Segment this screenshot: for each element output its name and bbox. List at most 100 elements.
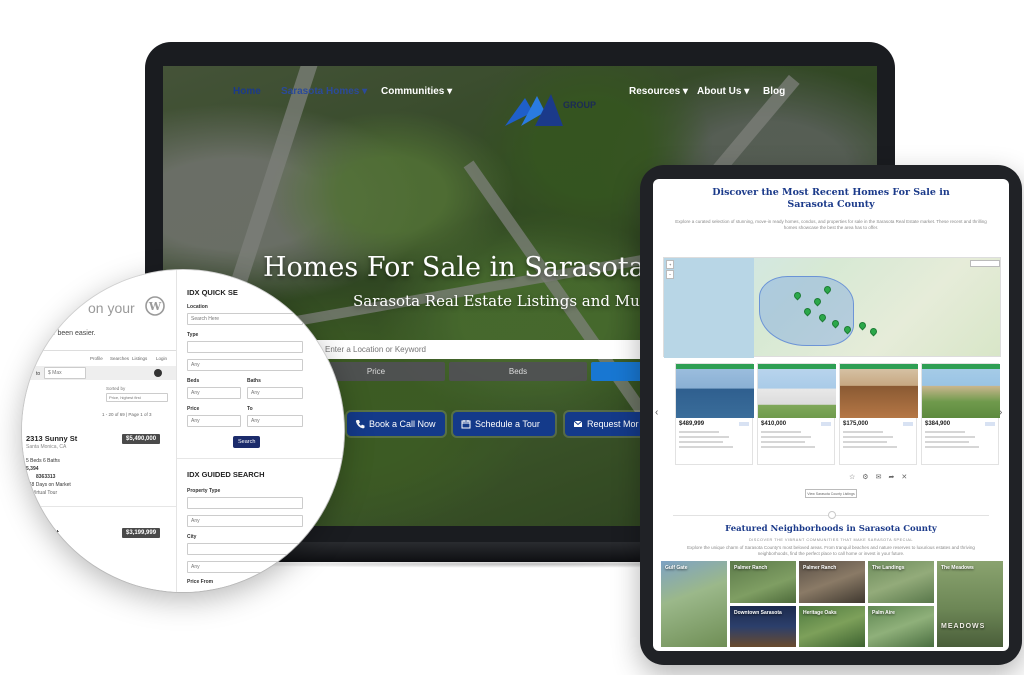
- neighborhood-tile-palmer-ranch-sign[interactable]: Palmer Ranch: [799, 561, 865, 603]
- listing-photo: [922, 364, 1000, 418]
- map-pin-icon[interactable]: [868, 326, 879, 337]
- neighborhood-tile-gulf-gate[interactable]: Gulf Gate: [661, 561, 727, 647]
- neighborhood-tile-palmer-ranch[interactable]: Palmer Ranch: [730, 561, 796, 603]
- listing-photo: [758, 364, 836, 418]
- max-price-field[interactable]: $ Max: [44, 367, 86, 379]
- listing-detail-line: [761, 446, 815, 448]
- neighborhood-tile-heritage-oaks[interactable]: Heritage Oaks: [799, 606, 865, 647]
- brand-logo-icon[interactable]: [503, 92, 567, 128]
- account-tab-login[interactable]: Login: [156, 356, 167, 361]
- listing-price: $384,900: [925, 421, 951, 427]
- divider-ornament-icon: [828, 511, 836, 519]
- listing-address[interactable]: nny St: [36, 528, 59, 537]
- type-select[interactable]: [187, 341, 303, 353]
- neighborhood-tile-the-meadows[interactable]: The Meadows MEADOWS: [937, 561, 1003, 647]
- neighborhood-label: Palm Aire: [872, 610, 895, 616]
- recent-homes-intro: Explore a curated selection of stunning,…: [675, 219, 987, 230]
- location-input[interactable]: Search Here: [187, 313, 303, 325]
- account-tab-searches[interactable]: Searches: [110, 356, 129, 361]
- quick-search-button[interactable]: Search: [233, 436, 261, 448]
- sort-select[interactable]: Price, highest first: [106, 393, 168, 402]
- property-type-select[interactable]: [187, 497, 303, 509]
- beds-select[interactable]: Any: [187, 387, 241, 399]
- hero-subtitle: Sarasota Real Estate Listings and Much M: [353, 292, 678, 310]
- filter-beds[interactable]: Beds: [449, 362, 587, 381]
- listing-detail-line: [761, 441, 805, 443]
- listing-photo: [840, 364, 918, 418]
- map-gulf-water: [664, 258, 754, 358]
- filter-toggle-icon[interactable]: [154, 369, 162, 377]
- type-any-select[interactable]: Any: [187, 359, 303, 371]
- listing-detail-line: [925, 436, 975, 438]
- listing-badge: [903, 422, 913, 426]
- results-count: 1 - 20 of 69 | Page 1 of 3: [102, 412, 152, 417]
- nav-communities[interactable]: Communities ▾: [381, 86, 452, 97]
- calendar-icon: [461, 420, 471, 429]
- listing-price-tag: $3,199,999: [122, 528, 161, 538]
- neighborhood-label: The Meadows: [941, 565, 974, 571]
- listing-beds-baths: 5 Beds 6 Baths: [26, 458, 60, 464]
- city-input[interactable]: [187, 543, 303, 555]
- listing-card[interactable]: $175,000: [839, 363, 918, 465]
- quick-search-title: IDX QUICK SE: [187, 288, 238, 297]
- property-type-any-select[interactable]: Any: [187, 515, 303, 527]
- neighborhoods-title: Featured Neighborhoods in Sarasota Count…: [725, 524, 937, 534]
- listing-badge: [739, 422, 749, 426]
- listing-card[interactable]: $489,999: [675, 363, 754, 465]
- map-layers-control[interactable]: [970, 260, 1000, 267]
- map-pin-icon[interactable]: [857, 320, 868, 331]
- nav-sarasota-homes[interactable]: Sarasota Homes ▾: [281, 86, 367, 97]
- recent-homes-title-line2: Sarasota County: [787, 199, 875, 210]
- main-navigation: Home Sarasota Homes ▾ Communities ▾ GROU…: [163, 86, 877, 126]
- divider: [22, 350, 176, 351]
- listing-address[interactable]: 2313 Sunny St: [26, 434, 77, 443]
- price-min-input[interactable]: Any: [187, 415, 241, 427]
- listing-photo: [676, 364, 754, 418]
- wordpress-logo-icon: W: [145, 296, 165, 316]
- book-call-label: Book a Call Now: [369, 419, 436, 429]
- nav-blog[interactable]: Blog: [763, 86, 785, 97]
- close-icon[interactable]: ✕: [901, 474, 914, 481]
- neighborhood-tile-the-landings[interactable]: The Landings: [868, 561, 934, 603]
- location-search-input[interactable]: [325, 342, 625, 356]
- carousel-prev-icon[interactable]: ‹: [655, 407, 658, 418]
- neighborhood-tile-palm-aire[interactable]: Palm Aire: [868, 606, 934, 647]
- neighborhood-label: The Landings: [872, 565, 905, 571]
- recent-homes-title-line1: Discover the Most Recent Homes For Sale …: [712, 187, 950, 198]
- comment-icon[interactable]: ✉: [876, 474, 889, 481]
- map-zoom-out-icon[interactable]: −: [666, 270, 675, 279]
- listing-sqft: 5,394: [26, 466, 39, 472]
- map-zoom-in-icon[interactable]: +: [666, 260, 675, 269]
- account-tab-listings[interactable]: Listings: [132, 356, 147, 361]
- listing-detail-line: [925, 431, 965, 433]
- divider: [177, 458, 344, 459]
- account-tab-profile[interactable]: Profile: [90, 356, 103, 361]
- neighborhood-tile-downtown-sarasota[interactable]: Downtown Sarasota: [730, 606, 796, 647]
- baths-select[interactable]: Any: [247, 387, 303, 399]
- request-more-label: Request Mor: [587, 419, 639, 429]
- nav-home[interactable]: Home: [233, 86, 261, 97]
- listing-city: CA: [36, 538, 43, 544]
- listing-card[interactable]: $410,000: [757, 363, 836, 465]
- settings-icon[interactable]: ⚙: [862, 474, 875, 481]
- nav-about-us[interactable]: About Us ▾: [697, 86, 749, 97]
- price-max-input[interactable]: Any: [247, 415, 303, 427]
- book-call-button[interactable]: Book a Call Now: [347, 412, 445, 436]
- price-from-label: Price From: [187, 579, 214, 585]
- nav-resources[interactable]: Resources ▾: [629, 86, 688, 97]
- city-any-select[interactable]: Any: [187, 561, 303, 573]
- listing-mls: 8363313: [36, 474, 56, 480]
- view-listings-button[interactable]: View Sarasota County Listings: [805, 489, 857, 498]
- schedule-tour-button[interactable]: Schedule a Tour: [453, 412, 555, 436]
- virtual-tour-link[interactable]: Virtual Tour: [32, 490, 57, 496]
- favorite-icon[interactable]: ☆: [849, 474, 862, 481]
- price-label: Price: [187, 406, 200, 412]
- listing-card[interactable]: $384,900: [921, 363, 1000, 465]
- listings-map[interactable]: + −: [663, 257, 1001, 358]
- share-icon[interactable]: ➦: [888, 474, 901, 481]
- meadows-sign-text: MEADOWS: [941, 623, 986, 630]
- neighborhoods-intro: Explore the unique charm of Sarasota Cou…: [687, 545, 975, 556]
- tablet-screen: Discover the Most Recent Homes For Sale …: [653, 179, 1009, 651]
- location-label: Location: [187, 304, 208, 310]
- listing-detail-line: [925, 446, 979, 448]
